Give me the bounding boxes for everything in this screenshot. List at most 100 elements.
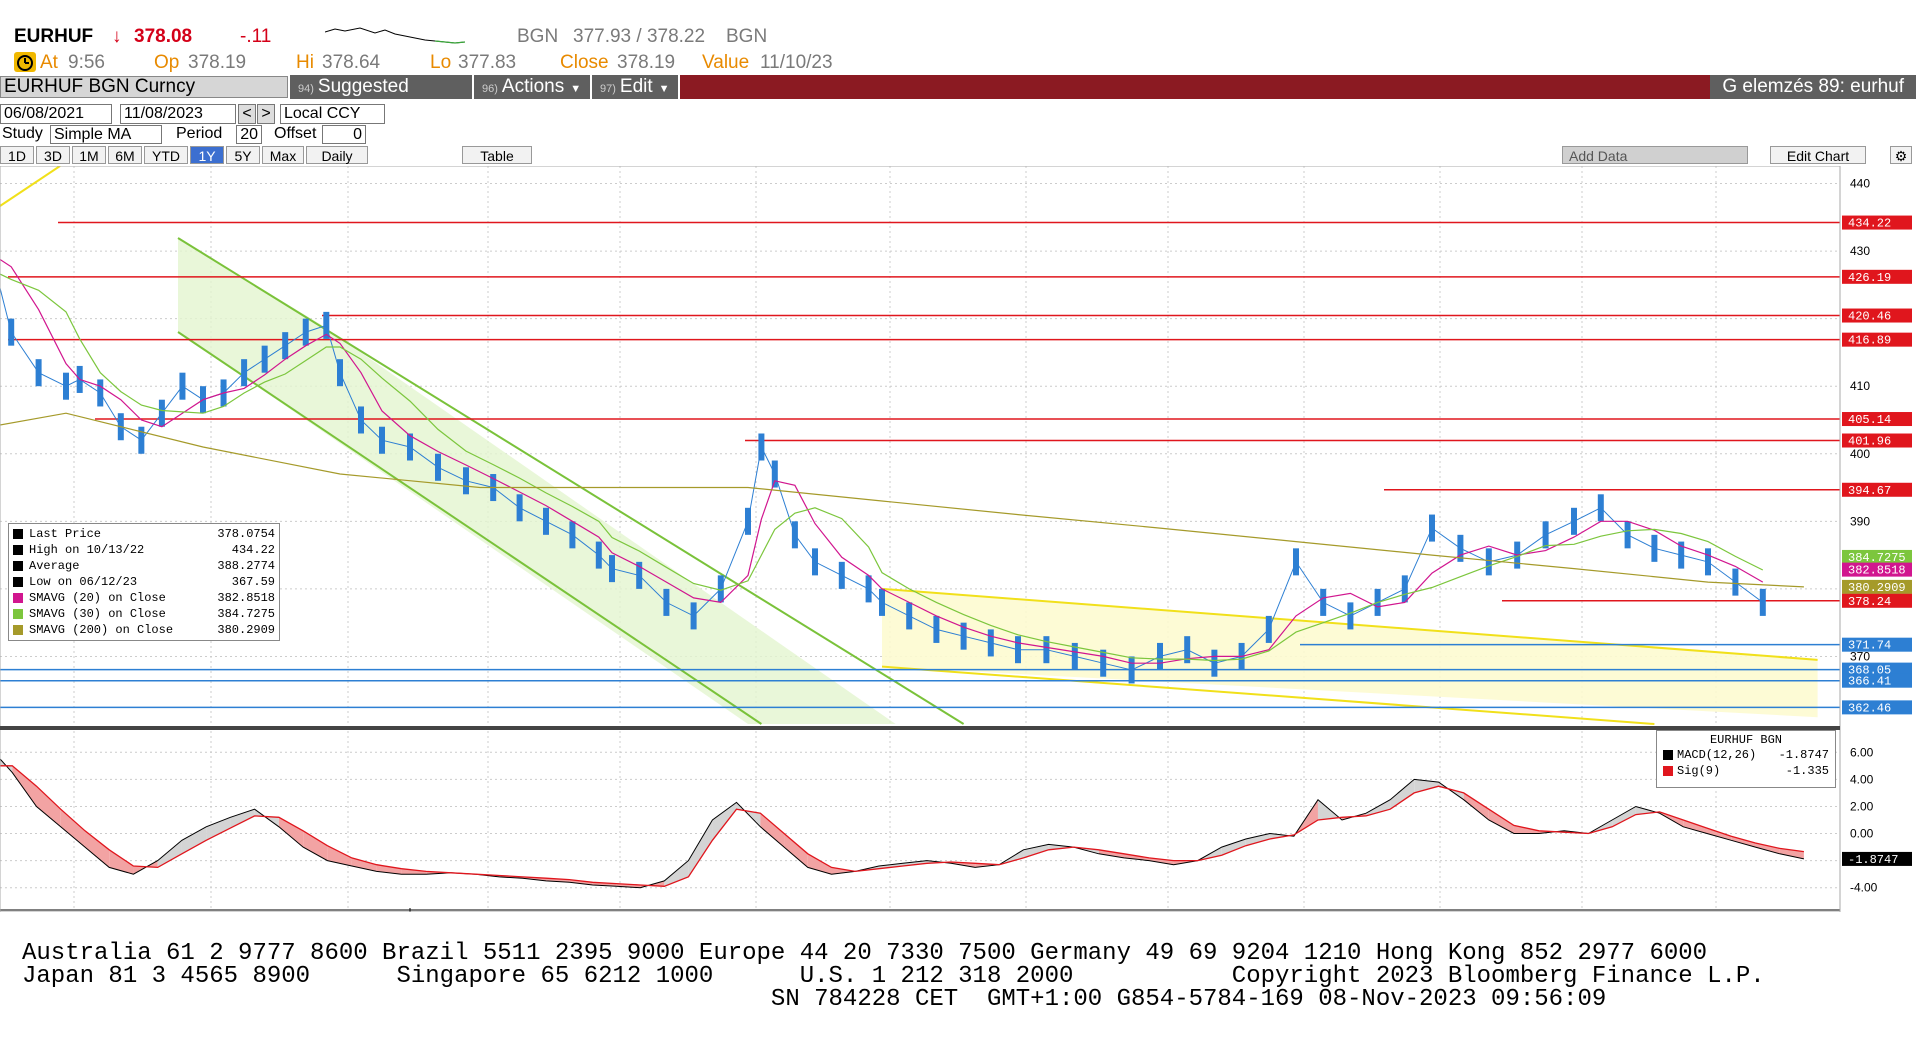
- period-input[interactable]: 20: [236, 125, 262, 144]
- legend-row: Last Price 378.0754: [13, 526, 275, 542]
- end-date-field[interactable]: 11/08/2023: [120, 104, 236, 124]
- legend-value: -1.335: [1785, 764, 1829, 778]
- range-6m-button[interactable]: 6M: [108, 146, 142, 164]
- price-tag-label: 420.46: [1848, 310, 1891, 324]
- range-1m-button[interactable]: 1M: [72, 146, 106, 164]
- price-tag-label: 416.89: [1848, 334, 1891, 348]
- range-ytd-button[interactable]: YTD: [144, 146, 188, 164]
- chart-title-tab[interactable]: G elemzés 89: eurhuf: [1710, 75, 1916, 99]
- mini-sparkline-icon: [324, 24, 466, 53]
- tick-label: 440: [1850, 177, 1870, 191]
- date-next-button[interactable]: >: [257, 104, 275, 124]
- legend-value: -1.8747: [1778, 748, 1829, 762]
- range-3d-button[interactable]: 3D: [36, 146, 70, 164]
- legend-swatch: [13, 593, 23, 603]
- last-price: 378.08: [134, 26, 193, 47]
- legend-row: SMAVG (20) on Close 382.8518: [13, 590, 275, 606]
- legend-row: SMAVG (30) on Close 384.7275: [13, 606, 275, 622]
- suggested-charts-menu[interactable]: 94)Suggested Charts: [290, 75, 472, 123]
- bgn-label-2: BGN: [726, 26, 768, 47]
- value-date-label: Value: [702, 52, 750, 73]
- tick-label: 4.00: [1850, 772, 1874, 786]
- range-1y-button[interactable]: 1Y: [190, 146, 224, 164]
- actions-menu[interactable]: 96) Actions ▼: [474, 75, 590, 99]
- at-time: 9:56: [68, 52, 105, 73]
- legend-swatch: [1663, 766, 1673, 776]
- menu-label: Edit: [619, 76, 653, 97]
- close-label: Close: [560, 52, 609, 73]
- add-data-field[interactable]: Add Data: [1562, 146, 1748, 164]
- menu-number: 97): [600, 83, 616, 95]
- yellow-trendline: [0, 166, 61, 207]
- start-date-field[interactable]: 06/08/2021: [0, 104, 112, 124]
- legend-label: Low on 06/12/23: [29, 575, 138, 589]
- chart-legend: Last Price 378.0754 High on 10/13/22 434.22…: [8, 523, 280, 641]
- tick-label: 390: [1850, 514, 1870, 528]
- macd-tag-label: -1.8747: [1848, 853, 1898, 867]
- dropdown-arrow-icon: ▼: [570, 83, 582, 95]
- legend-swatch: [13, 561, 23, 571]
- legend-label: High on 10/13/22: [29, 543, 145, 557]
- downtrend-channel-fill: [178, 238, 896, 724]
- macd-fill: [1390, 779, 1415, 810]
- legend-value: 380.2909: [217, 623, 275, 637]
- range-1d-button[interactable]: 1D: [0, 146, 34, 164]
- settings-gear-icon[interactable]: ⚙: [1890, 146, 1912, 164]
- currency-select[interactable]: Local CCY: [280, 104, 385, 124]
- macd-fill: [278, 817, 304, 848]
- low-value: 377.83: [458, 52, 517, 73]
- study-select[interactable]: Simple MA: [50, 125, 162, 144]
- price-tag-label: 394.67: [1848, 484, 1891, 498]
- ticker: EURHUF: [14, 26, 94, 47]
- legend-label: SMAVG (20) on Close: [29, 591, 166, 605]
- open-value: 378.19: [188, 52, 247, 73]
- range-5y-button[interactable]: 5Y: [226, 146, 260, 164]
- legend-value: 388.2774: [217, 559, 275, 573]
- pane-separator: [0, 726, 1840, 730]
- offset-label: Offset: [274, 125, 317, 142]
- legend-label: MACD(12,26): [1677, 748, 1757, 762]
- price-tag-label: 434.22: [1848, 217, 1891, 231]
- edit-menu[interactable]: 97) Edit ▼: [592, 75, 678, 99]
- price-tag-label: 380.2909: [1848, 581, 1906, 595]
- menu-label: Actions: [501, 76, 565, 97]
- high-label: Hi: [296, 52, 314, 73]
- legend-swatch: [13, 577, 23, 587]
- date-prev-button[interactable]: <: [238, 104, 256, 124]
- table-button[interactable]: Table: [462, 146, 532, 164]
- open-label: Op: [154, 52, 180, 73]
- tick-label: 430: [1850, 244, 1870, 258]
- tick-label: 0.00: [1850, 827, 1874, 841]
- edit-chart-button[interactable]: Edit Chart: [1770, 146, 1866, 164]
- price-tag-label: 362.46: [1848, 701, 1891, 715]
- security-field[interactable]: EURHUF BGN Curncy: [0, 76, 288, 98]
- legend-swatch: [1663, 750, 1673, 760]
- offset-input[interactable]: 0: [322, 125, 366, 144]
- legend-value: 434.22: [231, 543, 275, 557]
- price-tag-label: 378.24: [1848, 595, 1891, 609]
- legend-value: 384.7275: [217, 607, 275, 621]
- legend-swatch: [13, 625, 23, 635]
- price-tag-label: 426.19: [1848, 271, 1891, 285]
- footer-line-3: SN 784228 CET GMT+1:00 G854-5784-169 08-…: [22, 986, 1607, 1013]
- macd-legend-row: Sig(9) -1.335: [1663, 763, 1829, 779]
- range-max-button[interactable]: Max: [262, 146, 304, 164]
- high-value: 378.64: [322, 52, 381, 73]
- legend-swatch: [13, 545, 23, 555]
- price-chart[interactable]: 370380390400410420430440434.22426.19420.…: [0, 166, 1916, 912]
- legend-swatch: [13, 609, 23, 619]
- frequency-select[interactable]: Daily: [306, 146, 368, 164]
- x-axis: OctNovDecJanFebMarAprMayJunJulAugSepOct2…: [0, 908, 1840, 912]
- legend-label: Average: [29, 559, 80, 573]
- macd-fill: [84, 830, 110, 868]
- legend-row: High on 10/13/22 434.22: [13, 542, 275, 558]
- tick-label: -4.00: [1850, 881, 1878, 895]
- macd-fill: [230, 809, 255, 829]
- legend-label: Sig(9): [1677, 764, 1721, 778]
- legend-value: 382.8518: [217, 591, 275, 605]
- menu-number: 96): [482, 83, 498, 95]
- legend-swatch: [13, 529, 23, 539]
- menu-number: 94): [298, 83, 314, 95]
- macd-fill: [303, 830, 328, 861]
- signal-line: [0, 765, 1804, 887]
